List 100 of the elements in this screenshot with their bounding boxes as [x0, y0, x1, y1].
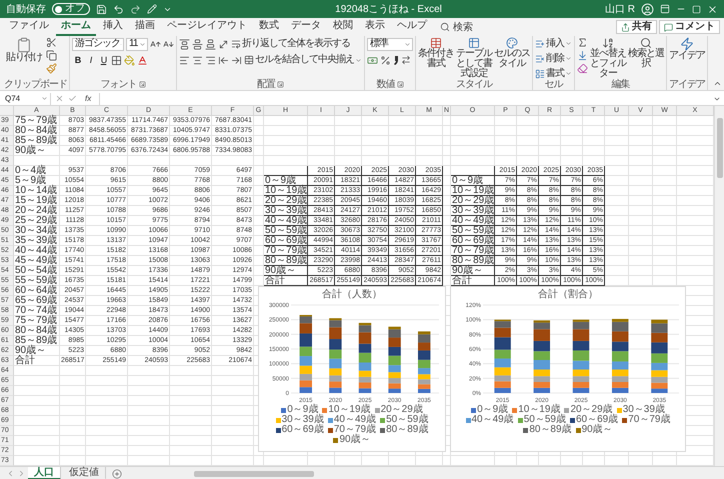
- sheet-tab[interactable]: 仮定値: [63, 467, 106, 479]
- chart-title: 合計（人数）: [322, 289, 382, 301]
- share-button[interactable]: 共有: [616, 20, 657, 34]
- comment-button[interactable]: コメント: [659, 20, 720, 34]
- table-cell: 50～59歳: [451, 226, 495, 236]
- group-label: クリップボード: [4, 80, 67, 90]
- table-cell: 0～4歳: [14, 166, 60, 176]
- table-cell: 10～19歳: [451, 186, 495, 196]
- table-cell: 40～44歳: [14, 246, 60, 256]
- legend-label: 60～69歳: [282, 425, 324, 435]
- legend-label: 50～59歳: [386, 415, 428, 425]
- table-cell: 35～39歳: [14, 236, 60, 246]
- table-cell: 30～39歳: [264, 206, 308, 216]
- table-cell: 20～29歳: [451, 196, 495, 206]
- table-cell: 30～39歳: [451, 206, 495, 216]
- table-cell: 45～49歳: [14, 256, 60, 266]
- cell-button[interactable]: 削除: [535, 52, 572, 65]
- underline-button[interactable]: U: [98, 54, 109, 66]
- autosave-label: 自動保存: [6, 3, 46, 16]
- legend-label: 40～49歳: [334, 415, 376, 425]
- table-cell: 75～79歳: [14, 316, 60, 326]
- table-cell: 90歳～: [264, 266, 308, 276]
- table-cell: 60～64歳: [14, 286, 60, 296]
- table-cell: 70～74歳: [14, 306, 60, 316]
- name-box[interactable]: Q74: [3, 92, 51, 104]
- edit-button[interactable]: 並べ替えとフィルター: [590, 37, 626, 79]
- table-cell: 20～24歳: [14, 206, 60, 216]
- group-label: アイデア: [669, 80, 705, 90]
- ribbon-tab[interactable]: ヘルプ: [392, 18, 432, 36]
- ribbon-tab[interactable]: 表示: [360, 18, 390, 36]
- table-cell: 75～79歳: [14, 116, 60, 126]
- legend-label: 30～39歳: [622, 405, 665, 415]
- group-label: 編集: [612, 80, 630, 90]
- cell-button[interactable]: 挿入: [535, 37, 572, 50]
- ribbon-tab[interactable]: 校閲: [328, 18, 358, 36]
- table-cell: 70～79歳: [451, 246, 495, 256]
- table-cell: 0～9歳: [451, 176, 495, 186]
- table-cell: 80～89歳: [264, 256, 308, 266]
- table-cell: 65～69歳: [14, 296, 60, 306]
- table-cell: 50～54歳: [14, 266, 60, 276]
- legend-label: 40～49歳: [472, 415, 514, 425]
- legend-label: 50～59歳: [524, 415, 566, 425]
- legend-label: 80～89歳: [386, 425, 428, 435]
- style-button[interactable]: テーブルとして書式設定: [456, 37, 492, 79]
- ribbon-tab[interactable]: 挿入: [98, 18, 128, 36]
- legend-label: 60～69歳: [576, 415, 618, 425]
- table-cell: 25～29歳: [14, 216, 60, 226]
- search-field[interactable]: 検索: [453, 20, 473, 34]
- table-cell: 70～79歳: [264, 246, 308, 256]
- window-title: 192048こうほね - Excel: [335, 3, 442, 16]
- table-cell: 5～9歳: [14, 176, 60, 186]
- number-format-dropdown[interactable]: 標準: [367, 38, 413, 50]
- ribbon-tab[interactable]: ページレイアウト: [162, 18, 252, 36]
- table-cell: 0～9歳: [264, 176, 308, 186]
- bold-button[interactable]: B: [72, 54, 83, 66]
- table-cell: 40～49歳: [451, 216, 495, 226]
- wrap-text-button[interactable]: 折り返して全体を表示する: [231, 38, 350, 50]
- italic-button[interactable]: I: [85, 54, 96, 66]
- legend-label: 90歳～: [339, 435, 371, 445]
- style-button[interactable]: 条件付き書式: [418, 37, 454, 69]
- group-label: 配置: [257, 80, 275, 90]
- legend-label: 0～9歳: [477, 405, 508, 415]
- table-cell: 60～69歳: [451, 236, 495, 246]
- ideas-button[interactable]: アイデア: [669, 37, 705, 61]
- font-name-dropdown[interactable]: 游ゴシック: [72, 38, 124, 50]
- font-size-dropdown[interactable]: 11: [126, 38, 148, 50]
- autosave-toggle[interactable]: オフ: [52, 3, 90, 15]
- table-cell: 85～89歳: [14, 336, 60, 346]
- table-cell: 55～59歳: [14, 276, 60, 286]
- ribbon-tab[interactable]: 描画: [130, 18, 160, 36]
- ribbon-tab[interactable]: データ: [286, 18, 326, 36]
- chart-title: 合計（割合）: [538, 289, 598, 301]
- insert-function-button[interactable]: fx: [81, 94, 96, 103]
- table-cell: 40～49歳: [264, 216, 308, 226]
- ribbon-tab[interactable]: ファイル: [4, 18, 54, 36]
- group-label: スタイル: [456, 80, 492, 90]
- group-label: セル: [544, 80, 562, 90]
- table-cell: 90歳～: [14, 346, 60, 356]
- user-name: 山口 R: [605, 2, 635, 16]
- table-cell: 80～89歳: [451, 256, 495, 266]
- table-cell: 90歳～: [14, 146, 60, 156]
- table-cell: 80～84歳: [14, 326, 60, 336]
- ribbon-tab[interactable]: 数式: [254, 18, 284, 36]
- legend-label: 80～89歳: [529, 425, 572, 435]
- table-cell: 15～19歳: [14, 196, 60, 206]
- edit-button[interactable]: 検索と選択: [628, 37, 664, 69]
- merge-center-button[interactable]: セルを結合して中央揃え: [244, 54, 362, 66]
- sheet-tab[interactable]: 人口: [28, 467, 61, 479]
- legend-label: 20～29歳: [380, 405, 423, 415]
- group-label: 数値: [376, 80, 394, 90]
- table-cell: 60～69歳: [264, 236, 308, 246]
- style-button[interactable]: セルのスタイル: [494, 37, 530, 69]
- cell-button[interactable]: 書式: [535, 67, 572, 80]
- legend-label: 10～19歳: [328, 405, 371, 415]
- table-cell: 10～14歳: [14, 186, 60, 196]
- table-cell: 合計: [14, 356, 60, 366]
- table-cell: 85～89歳: [14, 136, 60, 146]
- paste-button[interactable]: 貼り付け: [4, 37, 44, 63]
- table-cell: 50～59歳: [264, 226, 308, 236]
- table-cell: 80～84歳: [14, 126, 60, 136]
